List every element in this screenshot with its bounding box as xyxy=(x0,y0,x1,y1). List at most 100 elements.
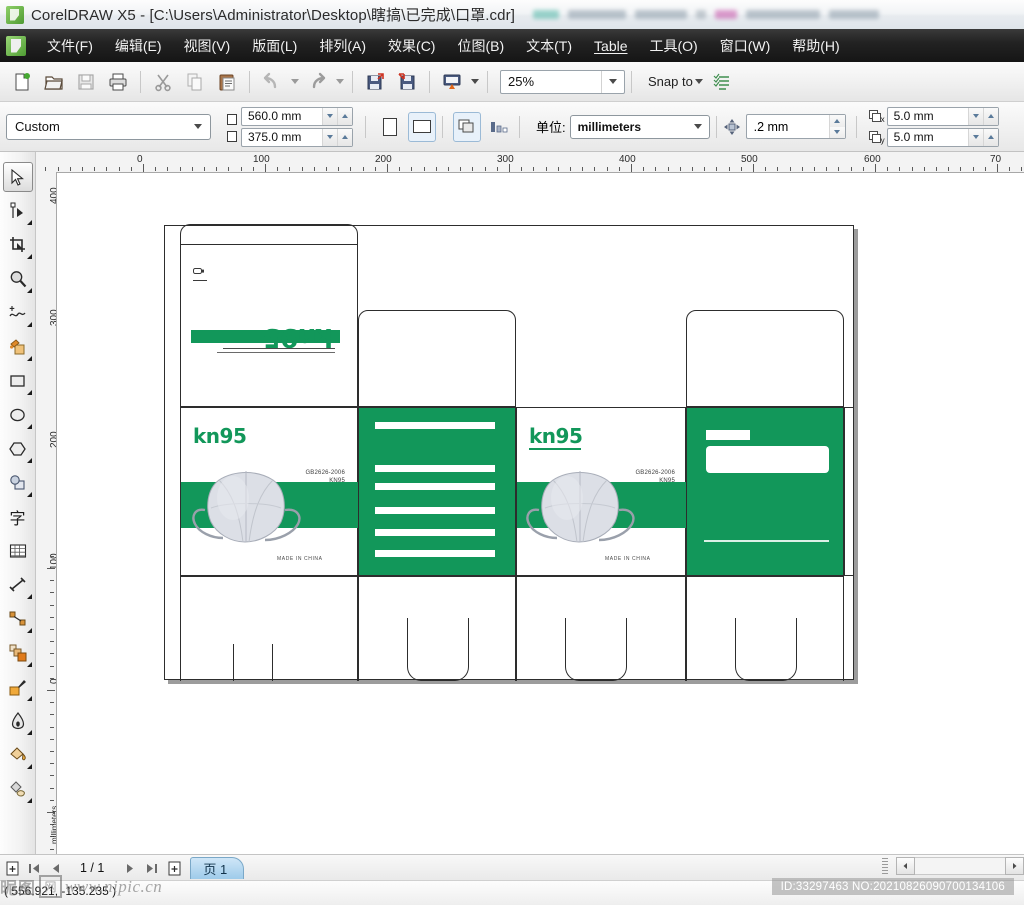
hruler-label-400: 400 xyxy=(619,154,636,165)
print-button[interactable] xyxy=(102,66,134,98)
scroll-track[interactable] xyxy=(915,857,1005,875)
page-width-input[interactable]: 560.0 mm xyxy=(241,106,353,126)
ellipse-tool[interactable] xyxy=(3,400,33,430)
smart-fill-tool[interactable] xyxy=(3,332,33,362)
page-tab-1[interactable]: 页 1 xyxy=(190,857,245,879)
menu-file[interactable]: 文件(F) xyxy=(36,31,104,61)
import-button[interactable] xyxy=(359,66,391,98)
menu-table[interactable]: Table xyxy=(583,33,638,59)
menu-view[interactable]: 视图(V) xyxy=(173,31,242,61)
zoom-tool[interactable] xyxy=(3,264,33,294)
interactive-fill-tool[interactable] xyxy=(3,774,33,804)
menu-effects[interactable]: 效果(C) xyxy=(377,31,446,61)
shape-tool[interactable] xyxy=(3,196,33,226)
horizontal-ruler[interactable]: 0 100 200 300 400 500 600 70 xyxy=(36,152,1024,173)
scroll-right-button[interactable] xyxy=(1005,857,1024,875)
application-launcher-button[interactable] xyxy=(436,66,468,98)
dimension-tool[interactable] xyxy=(3,570,33,600)
watermark-url: www.nipic.cn xyxy=(65,876,163,896)
hruler-tick xyxy=(69,167,71,171)
fill-tool[interactable] xyxy=(3,740,33,770)
redo-dropdown[interactable] xyxy=(333,69,346,95)
scroll-left-button[interactable] xyxy=(896,857,915,875)
document-control-icon[interactable] xyxy=(6,35,26,56)
current-page-button[interactable] xyxy=(485,112,513,142)
hruler-tick xyxy=(631,164,632,172)
duplicate-y-increment[interactable] xyxy=(982,128,998,146)
page-height-input[interactable]: 375.0 mm xyxy=(241,127,353,147)
cut-button[interactable] xyxy=(147,66,179,98)
add-page-after-button[interactable] xyxy=(164,858,184,878)
horizontal-scrollbar[interactable] xyxy=(896,854,1024,878)
text-tool[interactable]: 字 xyxy=(3,502,33,532)
menu-text[interactable]: 文本(T) xyxy=(515,31,583,61)
menu-help[interactable]: 帮助(H) xyxy=(781,31,850,61)
snap-to-label[interactable]: Snap to xyxy=(648,74,693,89)
drawing-canvas[interactable]: kn95 kn95 GB2626-2006 KN95 MADE IN CHINA xyxy=(57,173,1024,854)
units-combo[interactable]: millimeters xyxy=(569,114,710,139)
table-tool[interactable] xyxy=(3,536,33,566)
application-launcher-dropdown[interactable] xyxy=(468,69,481,95)
hruler-tick xyxy=(911,167,913,171)
undo-dropdown[interactable] xyxy=(288,69,301,95)
basic-shapes-tool[interactable] xyxy=(3,468,33,498)
page-width-decrement[interactable] xyxy=(322,107,337,125)
label-thin-rule xyxy=(704,540,829,542)
duplicate-x-input[interactable]: 5.0 mm xyxy=(886,106,999,126)
outline-tool[interactable] xyxy=(3,706,33,736)
open-document-button[interactable] xyxy=(38,66,70,98)
hruler-tick xyxy=(606,167,608,171)
page-width-increment[interactable] xyxy=(337,107,352,125)
undo-button[interactable] xyxy=(256,66,288,98)
nudge-decrement[interactable] xyxy=(828,126,845,138)
hruler-tick xyxy=(570,167,571,171)
crop-tool[interactable] xyxy=(3,230,33,260)
duplicate-y-input[interactable]: 5.0 mm xyxy=(886,127,999,147)
nudge-offset-input[interactable]: .2 mm xyxy=(745,114,846,139)
hruler-tick xyxy=(740,167,742,171)
blend-tool[interactable] xyxy=(3,638,33,668)
rectangle-tool[interactable] xyxy=(3,366,33,396)
color-eyedropper-tool[interactable] xyxy=(3,672,33,702)
menu-arrange[interactable]: 排列(A) xyxy=(308,31,377,61)
vruler-tick xyxy=(47,690,55,691)
zoom-level-combo[interactable]: 25% xyxy=(500,69,625,94)
copy-button[interactable] xyxy=(179,66,211,98)
menu-edit[interactable]: 编辑(E) xyxy=(104,31,173,61)
page-height-increment[interactable] xyxy=(337,128,352,146)
page-height-decrement[interactable] xyxy=(322,128,337,146)
left-front-mask-image xyxy=(189,458,307,561)
pick-tool[interactable] xyxy=(2,162,33,192)
portrait-button[interactable] xyxy=(376,112,404,142)
chevron-down-icon[interactable] xyxy=(687,116,709,138)
paste-button[interactable] xyxy=(211,66,243,98)
chevron-down-icon[interactable] xyxy=(186,115,210,139)
vruler-tick xyxy=(50,580,54,582)
export-button[interactable] xyxy=(391,66,423,98)
polygon-tool[interactable] xyxy=(3,434,33,464)
hruler-tick xyxy=(521,167,523,171)
snap-to-dropdown[interactable] xyxy=(693,69,706,95)
menu-bitmaps[interactable]: 位图(B) xyxy=(446,31,515,61)
redo-button[interactable] xyxy=(301,66,333,98)
menu-layout[interactable]: 版面(L) xyxy=(241,31,308,61)
bottom-tab-3 xyxy=(565,618,627,681)
chevron-down-icon[interactable] xyxy=(601,70,624,93)
landscape-button[interactable] xyxy=(408,111,436,142)
nudge-increment[interactable] xyxy=(828,115,845,127)
connector-tool[interactable] xyxy=(3,604,33,634)
all-pages-button[interactable] xyxy=(453,111,481,142)
freehand-tool[interactable] xyxy=(3,298,33,328)
save-document-button[interactable] xyxy=(70,66,102,98)
vertical-ruler[interactable]: 400 300 200 100 0 millimeters xyxy=(36,172,57,854)
page-preset-combo[interactable]: Custom xyxy=(6,113,211,140)
menu-tools[interactable]: 工具(O) xyxy=(639,31,709,61)
hruler-label-100: 100 xyxy=(253,154,270,165)
duplicate-x-decrement[interactable] xyxy=(967,107,983,125)
menu-window[interactable]: 窗口(W) xyxy=(709,31,782,61)
duplicate-x-increment[interactable] xyxy=(982,107,998,125)
duplicate-y-decrement[interactable] xyxy=(967,128,983,146)
new-document-button[interactable] xyxy=(6,66,38,98)
scrollbar-grip[interactable] xyxy=(882,858,888,874)
options-list-icon[interactable] xyxy=(706,66,738,98)
